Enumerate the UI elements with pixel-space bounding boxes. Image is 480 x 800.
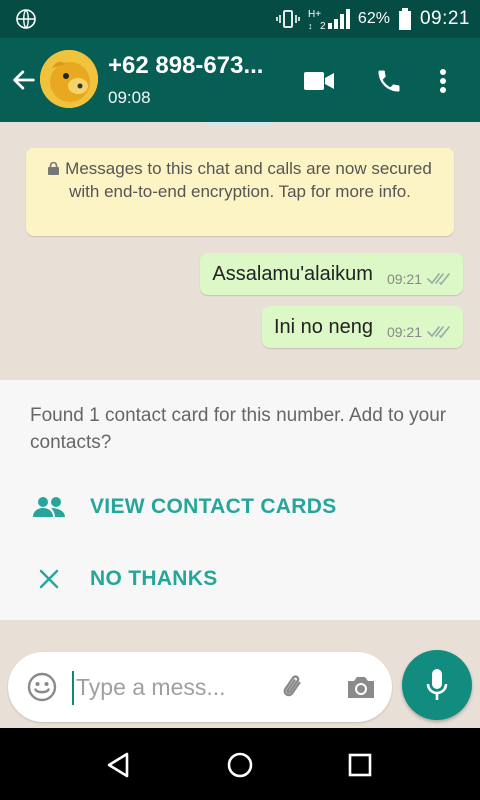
chat-header: +62 898-673... 09:08 [0, 38, 480, 122]
close-icon [39, 569, 59, 589]
no-thanks-label: NO THANKS [90, 567, 218, 590]
avatar-image [40, 50, 98, 108]
contact-card-prompt: Found 1 contact card for this number. Ad… [30, 405, 447, 453]
people-icon [33, 497, 65, 517]
message-input[interactable] [76, 670, 266, 704]
phone-icon [378, 70, 400, 92]
date-chip [206, 122, 272, 126]
view-contact-cards-label: VIEW CONTACT CARDS [90, 495, 337, 518]
lock-icon [48, 162, 60, 175]
message-text: Assalamu'alaikum [212, 262, 373, 285]
clock: 09:21 [419, 8, 470, 29]
last-seen: 09:08 [108, 88, 151, 107]
video-call-button[interactable] [302, 64, 336, 98]
more-vert-icon [440, 69, 446, 93]
voice-call-button[interactable] [372, 64, 406, 98]
double-check-icon [427, 273, 450, 286]
nav-recents-icon[interactable] [343, 748, 377, 782]
double-check-icon [427, 326, 450, 339]
encryption-notice[interactable]: Messages to this chat and calls are now … [26, 148, 454, 236]
message-text: Ini no neng [273, 315, 373, 338]
network-type-text: H+ [308, 9, 321, 20]
avatar[interactable] [40, 50, 98, 108]
message-time: 09:21 [386, 271, 422, 287]
nav-home-icon[interactable] [223, 748, 257, 782]
status-bar: H+ ↕ 2 62% 09:21 [0, 0, 480, 38]
attach-icon[interactable] [276, 670, 310, 704]
text-cursor [72, 671, 74, 705]
microphone-icon [426, 669, 448, 700]
battery-icon [398, 8, 411, 30]
no-thanks-button[interactable]: NO THANKS [0, 554, 480, 604]
message-time: 09:21 [386, 324, 422, 340]
video-call-icon [304, 72, 334, 90]
back-arrow-icon[interactable] [10, 66, 38, 94]
system-nav-bar [0, 728, 480, 800]
message-bubble[interactable]: Assalamu'alaikum 09:21 [200, 253, 463, 295]
message-bubble[interactable]: Ini no neng 09:21 [261, 306, 463, 348]
battery-percent: 62% [357, 10, 390, 27]
camera-icon[interactable] [344, 670, 378, 704]
contact-name[interactable]: +62 898-673... [108, 52, 288, 80]
encryption-notice-text: Messages to this chat and calls are now … [65, 159, 432, 201]
signal-icon: H+ ↕ 2 [308, 9, 350, 30]
view-contact-cards-button[interactable]: VIEW CONTACT CARDS [0, 482, 480, 532]
sim-slot-text: 2 [320, 21, 326, 30]
more-options-button[interactable] [426, 64, 460, 98]
contact-card-panel: Found 1 contact card for this number. Ad… [0, 380, 480, 620]
emoji-icon[interactable] [26, 671, 58, 703]
svg-text:↕: ↕ [308, 21, 313, 30]
chat-area[interactable]: Messages to this chat and calls are now … [0, 122, 480, 380]
vibrate-icon [276, 10, 300, 28]
nav-back-icon[interactable] [102, 748, 136, 782]
voice-message-button[interactable] [402, 650, 472, 720]
message-composer [8, 652, 392, 722]
globe-icon [16, 9, 36, 29]
